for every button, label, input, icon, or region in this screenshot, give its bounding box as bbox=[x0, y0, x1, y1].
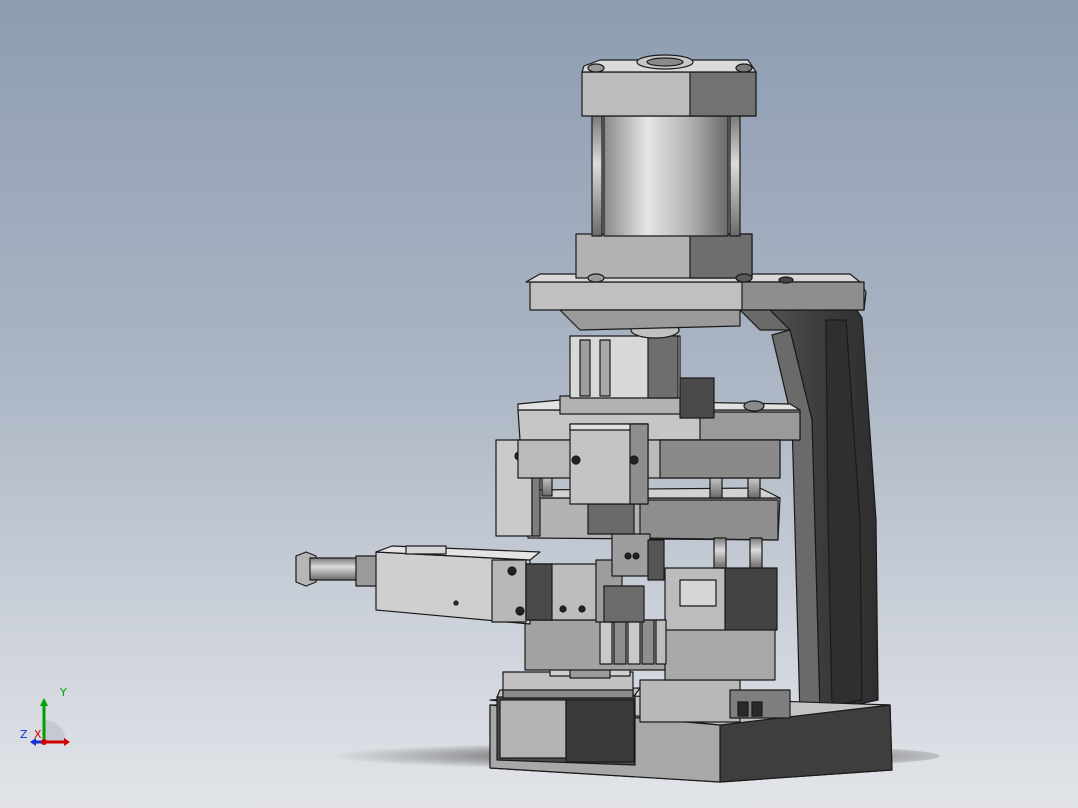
triad-z-label: Z bbox=[20, 728, 28, 741]
guide-plate-lower[interactable] bbox=[527, 487, 781, 541]
cutter-blades[interactable] bbox=[599, 619, 667, 665]
lower-die-block[interactable] bbox=[496, 687, 641, 766]
cap-screw[interactable] bbox=[743, 400, 765, 412]
horizontal-cylinder[interactable] bbox=[295, 545, 541, 625]
base-mid-block[interactable] bbox=[639, 679, 741, 723]
base-slot-a bbox=[737, 701, 749, 717]
floating-joint[interactable] bbox=[559, 321, 715, 419]
coordinate-triad-icon: Y X Z bbox=[20, 686, 70, 746]
vertical-air-cylinder[interactable] bbox=[575, 54, 757, 283]
graphics-viewport[interactable]: Y X Z bbox=[0, 0, 1078, 808]
triad-x-label: X bbox=[34, 728, 42, 741]
triad-y-label: Y bbox=[59, 686, 67, 699]
base-slot-b bbox=[751, 701, 763, 717]
press-assembly-model[interactable] bbox=[0, 0, 1078, 808]
punch-front-block[interactable] bbox=[569, 423, 649, 505]
